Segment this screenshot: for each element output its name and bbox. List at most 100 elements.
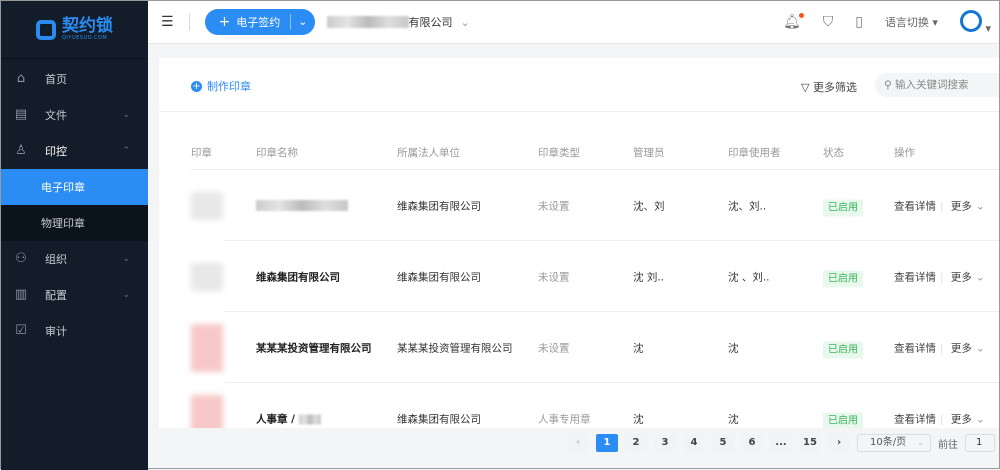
legal-unit: 维森集团有限公司 <box>397 413 481 425</box>
seal-image <box>191 394 223 428</box>
more-dropdown[interactable]: 更多 <box>951 342 972 354</box>
column-header: 所属法人单位 <box>397 147 460 159</box>
admin: 沈、刘 <box>633 200 665 212</box>
plus-circle-icon: + <box>191 80 202 92</box>
plus-icon: + <box>218 14 231 30</box>
org-icon: ⚇ <box>15 251 27 266</box>
sidebar-item-audit[interactable]: ☑ 审计 <box>1 313 148 349</box>
file-icon: ▤ <box>14 107 28 122</box>
e-sign-button[interactable]: + 电子签约 ⌄ <box>204 9 315 35</box>
language-switch[interactable]: 语言切换 ▾ <box>885 14 938 30</box>
page-size-select[interactable]: 10条/页 ⌄ <box>857 434 931 452</box>
prev-page-button[interactable]: ‹ <box>567 434 589 452</box>
seal-name <box>256 200 348 212</box>
search-icon: ⚲ <box>884 79 892 91</box>
filter-icon: ▽ <box>801 81 810 94</box>
seal-list-card: + 制作印章 ▽ 更多筛选 ⚲ 输入关键词搜索 印章 印章名称 所属法人单位 印章… <box>159 58 999 428</box>
status-badge: 已启用 <box>823 199 863 216</box>
logo: 契约锁 QIYUESUO.COM <box>1 1 148 59</box>
next-page-button[interactable]: › <box>828 434 850 452</box>
chevron-down-icon: ⌄ <box>460 15 470 29</box>
seal-users: 沈 、刘.. <box>728 271 770 283</box>
sidebar-item-org[interactable]: ⚇ 组织 ⌄ <box>1 241 148 277</box>
seal-name: 人事章 / <box>256 411 321 426</box>
goto-label: 前往 <box>938 439 958 451</box>
company-switcher[interactable]: 有限公司 ⌄ <box>326 14 470 30</box>
view-detail-link[interactable]: 查看详情 <box>894 200 936 212</box>
column-header: 操作 <box>894 147 915 159</box>
seal-users: 沈、刘.. <box>728 200 767 212</box>
admin: 沈 <box>633 342 644 354</box>
column-header: 状态 <box>823 147 844 159</box>
menu-toggle-icon[interactable]: ☰ <box>161 14 174 30</box>
home-icon: ⌂ <box>16 71 26 86</box>
chevron-down-icon: ⌄ <box>122 110 130 120</box>
sidebar-item-file[interactable]: ▤ 文件 ⌄ <box>1 97 148 133</box>
pagination: ‹ 1 2 3 4 5 6... 15 › 10条/页 ⌄ 前往 1 <box>567 434 995 452</box>
status-badge: 已启用 <box>823 270 863 287</box>
more-dropdown[interactable]: 更多 <box>951 200 972 212</box>
seal-type: 未设置 <box>538 271 570 283</box>
chevron-down-icon: ⌄ <box>122 290 130 300</box>
page-button[interactable]: 15 <box>799 434 821 452</box>
seal-users: 沈 <box>728 413 739 425</box>
admin: 沈 刘.. <box>633 271 665 283</box>
bell-icon[interactable]: 🔔︎ <box>783 13 804 30</box>
view-detail-link[interactable]: 查看详情 <box>894 342 936 354</box>
audit-icon: ☑ <box>15 323 27 338</box>
seal-image <box>191 262 223 291</box>
page-button[interactable]: 5 <box>712 434 734 452</box>
chevron-down-icon[interactable]: ⌄ <box>290 14 314 30</box>
seal-type: 未设置 <box>538 200 570 212</box>
chevron-down-icon: ⌄ <box>122 254 130 264</box>
table-row: 某某某投资管理有限公司 某某某投资管理有限公司 未设置 沈 沈 已启用 查看详情… <box>159 312 999 383</box>
column-header: 印章名称 <box>256 147 298 159</box>
make-seal-button[interactable]: + 制作印章 <box>191 78 251 94</box>
status-badge: 已启用 <box>823 341 863 358</box>
config-icon: ▥ <box>14 287 28 302</box>
sidebar-item-home[interactable]: ⌂ 首页 <box>1 61 148 97</box>
seal-icon: ♙ <box>15 143 27 158</box>
table-row: 维森集团有限公司 未设置 沈、刘 沈、刘.. 已启用 查看详情 | 更多 ⌄ <box>159 170 999 241</box>
table-row: 人事章 / 维森集团有限公司 人事专用章 沈 沈 已启用 查看详情 | 更多 ⌄ <box>159 383 999 428</box>
seal-image <box>191 323 223 372</box>
avatar[interactable]: ▾ <box>959 9 991 35</box>
legal-unit: 维森集团有限公司 <box>397 200 481 212</box>
goto-page-input[interactable]: 1 <box>965 434 995 452</box>
search-input[interactable]: ⚲ 输入关键词搜索 <box>875 73 999 97</box>
column-header: 管理员 <box>633 147 665 159</box>
seal-name: 维森集团有限公司 <box>256 271 340 283</box>
page-button[interactable]: 6 <box>741 434 763 452</box>
legal-unit: 维森集团有限公司 <box>397 271 481 283</box>
page-button[interactable]: 2 <box>625 434 647 452</box>
seal-type: 人事专用章 <box>538 413 591 425</box>
chevron-up-icon: ⌃ <box>122 146 130 156</box>
topbar: ☰ + 电子签约 ⌄ 有限公司 ⌄ 🔔︎ ⛉ ▯ 语言切换 ▾ ▾ <box>148 1 999 44</box>
more-filter-button[interactable]: ▽ 更多筛选 <box>801 79 857 95</box>
sidebar-item-config[interactable]: ▥ 配置 ⌄ <box>1 277 148 313</box>
view-detail-link[interactable]: 查看详情 <box>894 271 936 283</box>
page-button[interactable]: 3 <box>654 434 676 452</box>
more-dropdown[interactable]: 更多 <box>951 413 972 425</box>
table-row: 维森集团有限公司 维森集团有限公司 未设置 沈 刘.. 沈 、刘.. 已启用 查… <box>159 241 999 312</box>
column-header: 印章类型 <box>538 147 580 159</box>
sidebar-item-e-seal[interactable]: 电子印章 <box>1 169 148 205</box>
seal-image <box>191 191 223 220</box>
mobile-icon[interactable]: ▯ <box>855 14 863 30</box>
page-button[interactable]: 4 <box>683 434 705 452</box>
seal-name: 某某某投资管理有限公司 <box>256 342 372 354</box>
seal-type: 未设置 <box>538 342 570 354</box>
sidebar-item-physical-seal[interactable]: 物理印章 <box>1 205 148 241</box>
view-detail-link[interactable]: 查看详情 <box>894 413 936 425</box>
status-badge: 已启用 <box>823 412 863 428</box>
legal-unit: 某某某投资管理有限公司 <box>397 342 513 354</box>
admin: 沈 <box>633 413 644 425</box>
page-button[interactable]: 1 <box>596 434 618 452</box>
page-button[interactable]: ... <box>770 434 792 452</box>
column-header: 印章使用者 <box>728 147 781 159</box>
sidebar: 契约锁 QIYUESUO.COM ⌂ 首页 ▤ 文件 ⌄ ♙ 印控 ⌃ 电子印章 物理印章 … <box>1 1 148 470</box>
shield-icon[interactable]: ⛉ <box>823 14 834 30</box>
sidebar-item-seal-control[interactable]: ♙ 印控 ⌃ <box>1 133 148 169</box>
column-header: 印章 <box>191 147 212 159</box>
more-dropdown[interactable]: 更多 <box>951 271 972 283</box>
